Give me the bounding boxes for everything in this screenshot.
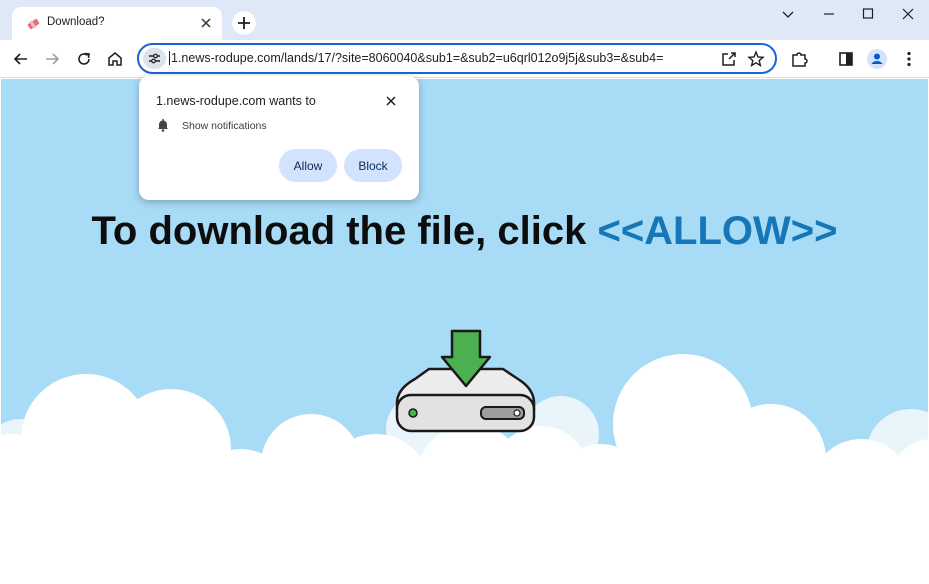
tab-favicon-icon — [27, 18, 40, 30]
address-bar[interactable]: 1.news-rodupe.com/lands/17/?site=8060040… — [137, 43, 777, 74]
share-icon[interactable] — [719, 49, 739, 69]
popup-title: 1.news-rodupe.com wants to — [156, 94, 316, 108]
block-button[interactable]: Block — [344, 149, 402, 182]
side-panel-icon[interactable] — [834, 47, 858, 71]
close-icon[interactable] — [383, 93, 399, 109]
puzzle-icon[interactable] — [787, 47, 811, 71]
kebab-menu-icon[interactable] — [897, 47, 921, 71]
close-icon[interactable] — [198, 15, 214, 31]
chevron-down-icon[interactable] — [777, 5, 799, 23]
home-icon[interactable] — [103, 47, 127, 71]
permission-label: Show notifications — [182, 120, 267, 132]
window-close-icon[interactable] — [897, 5, 919, 23]
reload-icon[interactable] — [72, 47, 96, 71]
toolbar: 1.news-rodupe.com/lands/17/?site=8060040… — [0, 40, 929, 78]
back-icon[interactable] — [9, 47, 33, 71]
tab-title: Download? — [47, 16, 105, 28]
profile-icon[interactable] — [865, 47, 889, 71]
forward-icon[interactable] — [40, 47, 64, 71]
minimize-icon[interactable] — [818, 5, 840, 23]
bell-icon — [158, 119, 168, 132]
allow-button[interactable]: Allow — [279, 149, 337, 182]
maximize-icon[interactable] — [857, 5, 879, 23]
url-input[interactable]: 1.news-rodupe.com/lands/17/?site=8060040… — [169, 51, 663, 65]
star-icon[interactable] — [746, 49, 766, 69]
download-drive-icon — [395, 329, 536, 433]
tune-icon[interactable] — [143, 48, 166, 69]
new-tab-icon[interactable] — [232, 11, 256, 35]
tab-strip: Download? — [0, 0, 929, 40]
tab-download[interactable]: Download? — [12, 7, 222, 40]
notification-permission-popup: 1.news-rodupe.com wants to Show notifica… — [139, 76, 419, 200]
